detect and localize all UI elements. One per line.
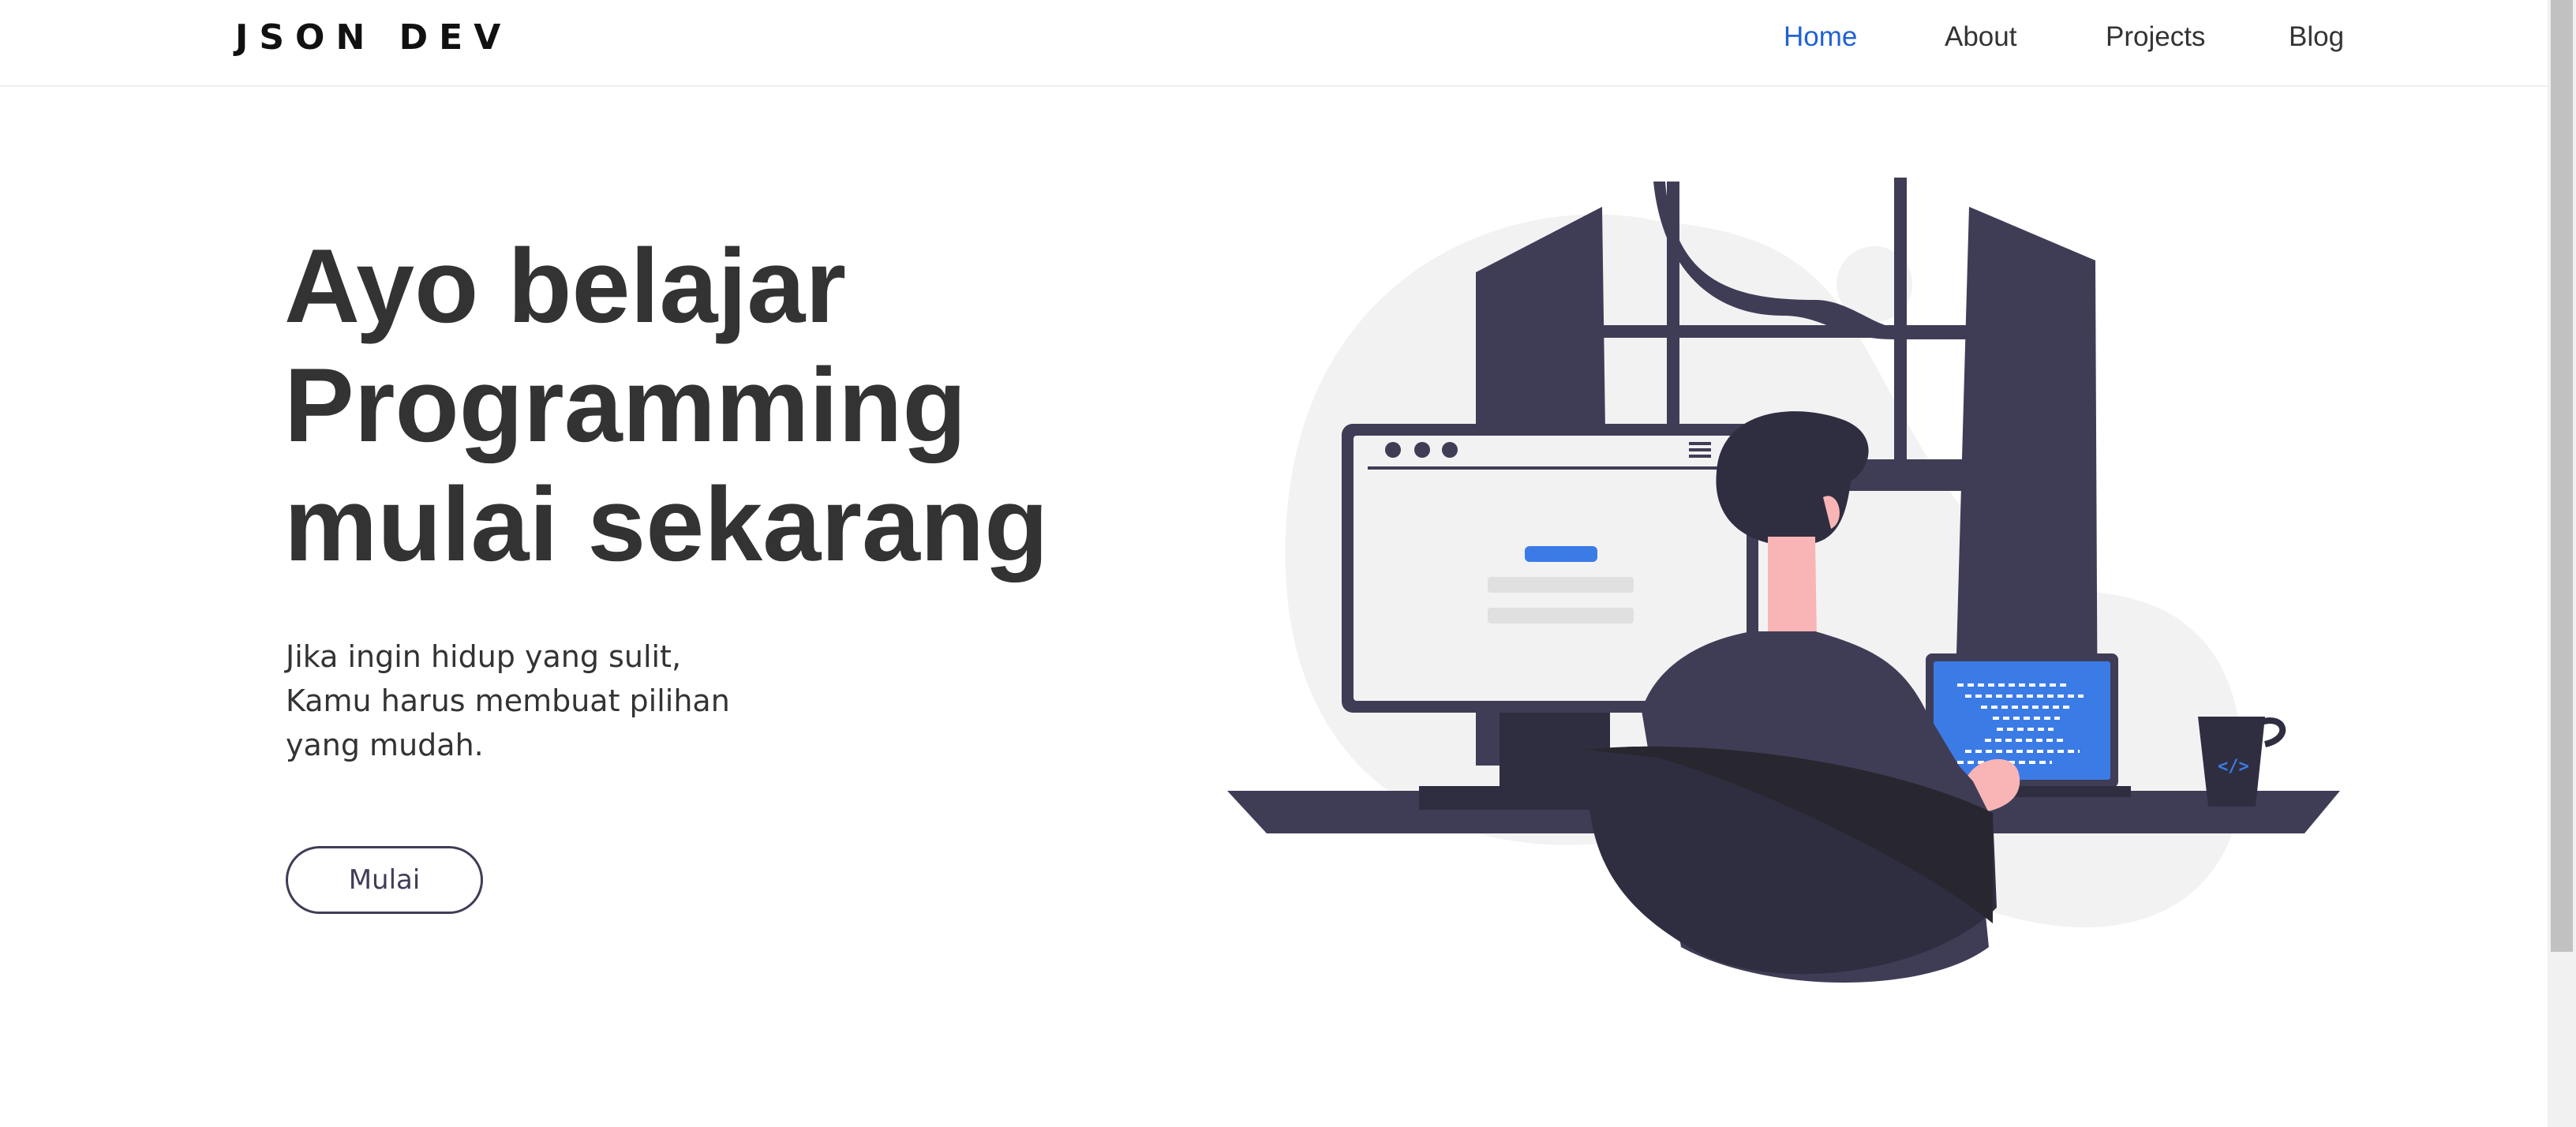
mug-code-icon: </> bbox=[2218, 757, 2249, 777]
mulai-button[interactable]: Mulai bbox=[286, 846, 483, 914]
hero-subtitle: Jika ingin hidup yang sulit, Kamu harus … bbox=[286, 635, 730, 767]
mug-handle bbox=[2260, 717, 2286, 747]
person-neck bbox=[1768, 537, 1817, 639]
monitor-blue-button bbox=[1525, 546, 1597, 562]
hero-title-line-2: Programming bbox=[284, 347, 967, 464]
monitor-gray-line-1 bbox=[1488, 577, 1634, 593]
brand-logo[interactable]: JSON DEV bbox=[235, 17, 511, 58]
window-dot-2 bbox=[1414, 442, 1430, 458]
developer-illustration: </> bbox=[1227, 178, 2340, 983]
hero-title: Ayo belajar Programming mulai sekarang bbox=[284, 227, 1048, 585]
nav-link-projects[interactable]: Projects bbox=[2106, 21, 2205, 53]
window-bar-horizontal bbox=[1602, 325, 1977, 338]
vertical-scrollbar[interactable] bbox=[2548, 0, 2576, 1127]
window-bar-vertical-right bbox=[1894, 178, 1907, 477]
hamburger-menu-icon bbox=[1689, 442, 1711, 458]
hero-title-line-3: mulai sekarang bbox=[284, 466, 1049, 583]
hero-title-line-1: Ayo belajar bbox=[284, 228, 847, 345]
nav-link-blog[interactable]: Blog bbox=[2289, 21, 2344, 53]
hero-subtitle-line-3: yang mudah. bbox=[286, 728, 484, 762]
hero-subtitle-line-2: Kamu harus membuat pilihan bbox=[286, 683, 730, 718]
nav-link-home[interactable]: Home bbox=[1784, 21, 1857, 53]
nav-link-about[interactable]: About bbox=[1945, 21, 2016, 53]
navbar: JSON DEV Home About Projects Blog bbox=[0, 0, 2548, 87]
scrollbar-thumb[interactable] bbox=[2551, 0, 2573, 952]
window-dot-3 bbox=[1442, 442, 1458, 458]
window-dot-1 bbox=[1385, 442, 1401, 458]
monitor-gray-line-2 bbox=[1488, 608, 1634, 623]
hero-subtitle-line-1: Jika ingin hidup yang sulit, bbox=[286, 639, 682, 674]
monitor-base bbox=[1419, 786, 1608, 810]
